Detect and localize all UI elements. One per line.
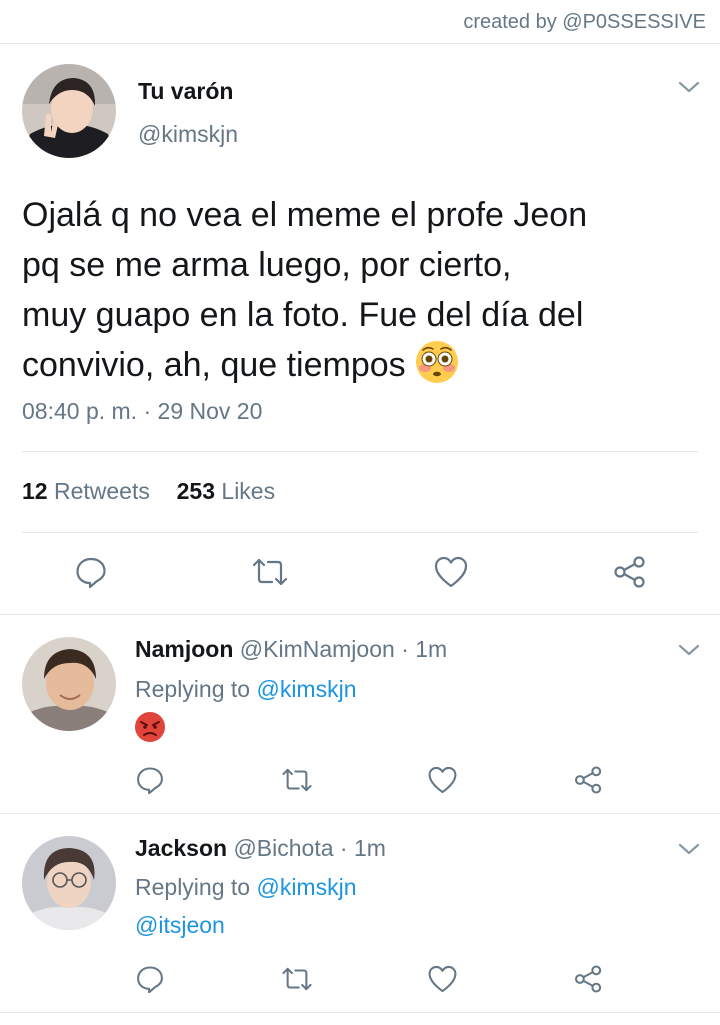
reply-author-name[interactable]: Jackson [135, 835, 227, 861]
chevron-down-icon[interactable] [678, 643, 700, 662]
like-icon[interactable] [433, 555, 469, 594]
replying-to: Replying to @kimskjn [135, 874, 357, 901]
credit-watermark: created by @P0SSESSIVE [463, 11, 706, 33]
reply-time: · 1m [339, 835, 386, 861]
tweet-text-line: muy guapo en la foto. Fue del día del [22, 296, 584, 334]
divider [22, 532, 698, 533]
replying-to-link[interactable]: @kimskjn [256, 874, 356, 900]
avatar[interactable] [22, 64, 116, 158]
share-icon[interactable] [573, 765, 604, 800]
likes-stat[interactable]: 253 Likes [177, 478, 275, 504]
reply-icon[interactable] [74, 555, 108, 594]
retweets-count: 12 [22, 478, 48, 504]
likes-label: Likes [221, 478, 276, 504]
replying-to: Replying to @kimskjn [135, 676, 357, 703]
share-icon[interactable] [573, 964, 604, 999]
reply-author-name[interactable]: Namjoon [135, 636, 233, 662]
reply-author-handle[interactable]: @KimNamjoon [240, 636, 395, 662]
author-handle[interactable]: @kimskjn [138, 121, 238, 148]
retweet-icon[interactable] [280, 964, 314, 999]
avatar[interactable] [22, 836, 116, 930]
divider [0, 614, 720, 615]
replying-to-label: Replying to [135, 676, 251, 702]
author-name[interactable]: Tu varón [138, 78, 233, 105]
reply-header: Jackson @Bichota · 1m [135, 835, 386, 862]
avatar[interactable] [22, 637, 116, 731]
retweet-icon[interactable] [250, 555, 290, 594]
reply-time: · 1m [401, 636, 448, 662]
meta-separator: · [143, 398, 152, 424]
divider [0, 1012, 720, 1013]
tweet-text-last-line: convivio, ah, que tiempos [22, 340, 702, 398]
tweet-text-line: Ojalá q no vea el meme el profe Jeon [22, 196, 588, 234]
tweet-text-line: convivio, ah, que tiempos [22, 346, 406, 384]
reply-icon[interactable] [135, 765, 165, 800]
divider [0, 43, 720, 44]
tweet-text: Ojalá q no vea el meme el profe Jeon pq … [22, 190, 702, 398]
reply-mention-link[interactable]: @itsjeon [135, 912, 225, 939]
tweet-timestamp[interactable]: 08:40 p. m. · 29 Nov 20 [22, 398, 262, 425]
replying-to-link[interactable]: @kimskjn [256, 676, 356, 702]
reply-author-handle[interactable]: @Bichota [233, 835, 333, 861]
retweet-icon[interactable] [280, 765, 314, 800]
likes-count: 253 [176, 478, 216, 504]
reply-header: Namjoon @KimNamjoon · 1m [135, 636, 447, 663]
divider [22, 451, 698, 452]
share-icon[interactable] [612, 555, 648, 594]
tweet-text-line: pq se me arma luego, por cierto, [22, 246, 512, 284]
tweet-date: 29 Nov 20 [157, 398, 263, 424]
reply-icon[interactable] [135, 964, 165, 999]
tweet-time: 08:40 p. m. [22, 398, 138, 424]
like-icon[interactable] [427, 964, 458, 999]
chevron-down-icon[interactable] [678, 80, 700, 99]
angry-face-emoji [134, 711, 166, 748]
replying-to-label: Replying to [135, 874, 251, 900]
like-icon[interactable] [427, 765, 458, 800]
tweet-stats: 12 Retweets 253 Likes [22, 478, 275, 505]
retweets-stat[interactable]: 12 Retweets [22, 478, 150, 504]
retweets-label: Retweets [53, 478, 150, 504]
flushed-face-emoji [415, 340, 459, 398]
divider [0, 813, 720, 814]
chevron-down-icon[interactable] [678, 842, 700, 861]
